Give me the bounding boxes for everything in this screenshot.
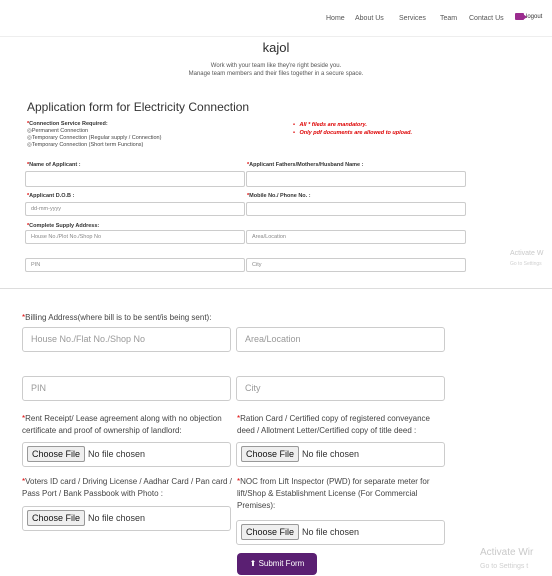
nav-team[interactable]: Team: [440, 15, 457, 22]
nav-services[interactable]: Services: [399, 15, 426, 22]
nav-home[interactable]: Home: [326, 15, 345, 22]
tagline-1: Work with your team like they're right b…: [210, 63, 342, 69]
dob-input[interactable]: dd-mm-yyyy: [25, 202, 245, 216]
father-name-input[interactable]: [246, 171, 466, 187]
connection-label: *Connection Service Required:: [27, 121, 108, 127]
supply-city-input[interactable]: City: [246, 258, 466, 272]
noc-label: *NOC from Lift Inspector (PWD) for separ…: [237, 477, 430, 510]
logout-icon: [515, 13, 527, 20]
choose-file-button[interactable]: Choose File: [241, 446, 300, 462]
noc-file[interactable]: Choose File No file chosen: [236, 520, 445, 545]
activate-watermark-title-2: Activate Wir: [480, 547, 534, 558]
ration-card-label: *Ration Card / Certified copy of registe…: [237, 414, 430, 435]
nav-contact[interactable]: Contact Us: [469, 15, 504, 22]
supply-area-input[interactable]: Area/Location: [246, 230, 466, 244]
father-name-label: *Applicant Fathers/Mothers/Husband Name …: [247, 162, 364, 168]
billing-city-input[interactable]: City: [236, 376, 445, 401]
upload-icon: ⬆: [249, 559, 257, 568]
form-title: Application form for Electricity Connect…: [27, 100, 250, 114]
ration-card-file[interactable]: Choose File No file chosen: [236, 442, 445, 467]
activate-watermark-sub: Go to Settings: [510, 261, 542, 267]
choose-file-button[interactable]: Choose File: [27, 446, 86, 462]
brand-title: kajol: [262, 40, 290, 55]
top-nav: Home About Us Services Team Contact Us l…: [0, 0, 552, 37]
activate-watermark-title: Activate W: [510, 250, 544, 257]
choose-file-button[interactable]: Choose File: [27, 510, 86, 526]
billing-house-input[interactable]: House No./Flat No./Shop No: [22, 327, 231, 352]
activate-watermark-sub-2: Go to Settings t: [480, 563, 529, 570]
radio-permanent[interactable]: ◎Permanent Connection: [27, 128, 88, 134]
rent-receipt-label: *Rent Receipt/ Lease agreement along wit…: [22, 414, 222, 435]
submit-form-button[interactable]: ⬆ Submit Form: [237, 553, 317, 575]
billing-label: *Billing Address(where bill is to be sen…: [22, 313, 212, 322]
choose-file-button[interactable]: Choose File: [241, 524, 300, 540]
voters-id-file[interactable]: Choose File No file chosen: [22, 506, 231, 531]
mobile-input[interactable]: [246, 202, 466, 216]
logout-link[interactable]: logout: [515, 13, 542, 20]
radio-temp-regular[interactable]: ◎Temporary Connection (Regular supply / …: [27, 135, 161, 141]
rent-receipt-file[interactable]: Choose File No file chosen: [22, 442, 231, 467]
dob-label: *Applicant D.O.B :: [27, 193, 75, 199]
supply-house-input[interactable]: House No./Plot No./Shop No: [25, 230, 245, 244]
note-pdf: • Only pdf documents are allowed to uplo…: [293, 130, 412, 136]
voters-id-label: *Voters ID card / Driving License / Aadh…: [22, 477, 232, 498]
billing-pin-input[interactable]: PIN: [22, 376, 231, 401]
note-mandatory: • All * fileds are mandatory.: [293, 122, 367, 128]
nav-about[interactable]: About Us: [355, 15, 384, 22]
mobile-label: *Mobile No./ Phone No. :: [247, 193, 311, 199]
radio-temp-short[interactable]: ◎Temporary Connection (Short term Functi…: [27, 142, 143, 148]
tagline-2: Manage team members and their files toge…: [188, 71, 364, 77]
supply-address-label: *Complete Supply Address:: [27, 223, 100, 229]
name-label: *Name of Applicant :: [27, 162, 81, 168]
section-divider: [0, 288, 552, 289]
supply-pin-input[interactable]: PIN: [25, 258, 245, 272]
name-input[interactable]: [25, 171, 245, 187]
billing-area-input[interactable]: Area/Location: [236, 327, 445, 352]
